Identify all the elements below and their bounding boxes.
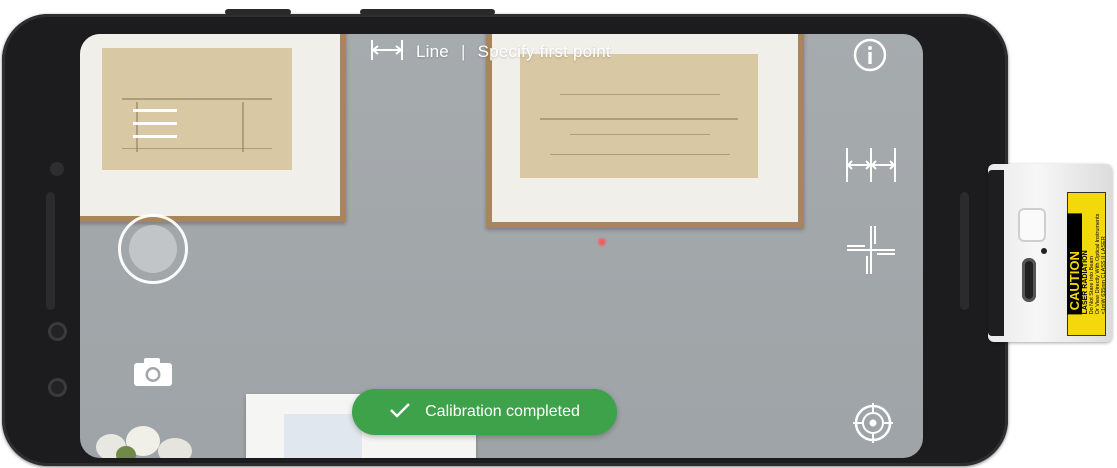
multi-segment-line-icon[interactable]	[845, 146, 897, 189]
mode-label: Line	[416, 42, 449, 61]
laser-attachment: CAUTION LASER RADIATION Do Not Stare Int…	[988, 164, 1112, 342]
caution-line3: Or View Directly With Optical Instrument…	[1094, 213, 1101, 315]
caution-label: CAUTION LASER RADIATION Do Not Stare Int…	[1066, 192, 1107, 336]
wall-picture-bottom-artwork	[284, 414, 362, 458]
phone-power-button	[360, 9, 495, 15]
laser-power-button	[1018, 208, 1046, 242]
flower-decoration	[86, 424, 206, 458]
wall-picture-center-artwork	[520, 54, 758, 178]
phone-volume-button	[225, 9, 291, 15]
calibration-toast: Calibration completed	[352, 389, 617, 435]
instruction-text: Specify first point	[477, 42, 611, 61]
wall-picture-left	[80, 34, 346, 222]
phone-sensor-top	[48, 322, 67, 341]
shutter-button[interactable]	[118, 214, 188, 284]
info-icon[interactable]	[853, 38, 887, 77]
indicator-light	[1041, 248, 1047, 254]
caution-line4: <1mW 635nm CLASS II LASER	[1100, 236, 1107, 315]
caution-line1: LASER RADIATION	[1081, 250, 1089, 315]
usb-port	[1022, 258, 1036, 302]
mode-instruction-bar: Line | Specify first point	[370, 38, 611, 66]
line-measure-icon[interactable]	[370, 38, 404, 67]
target-icon[interactable]	[853, 403, 893, 448]
front-camera	[50, 162, 64, 176]
phone-side-grille-right	[960, 192, 969, 310]
crosshair-icon[interactable]	[847, 226, 895, 279]
hamburger-menu-icon[interactable]	[133, 108, 177, 145]
caution-line2: Do Not Stare Into Beam	[1088, 255, 1095, 315]
checkmark-icon	[389, 402, 411, 423]
camera-icon[interactable]	[133, 357, 173, 392]
attachment-clip	[988, 170, 1004, 336]
wall-picture-left-artwork	[102, 48, 292, 170]
phone-side-grille-left	[46, 192, 55, 310]
toast-message: Calibration completed	[425, 403, 580, 420]
mode-separator: |	[460, 42, 466, 61]
phone-sensor-bottom	[48, 378, 67, 397]
caution-title: CAUTION	[1066, 213, 1082, 315]
laser-dot	[597, 237, 607, 247]
shutter-inner	[129, 225, 177, 273]
